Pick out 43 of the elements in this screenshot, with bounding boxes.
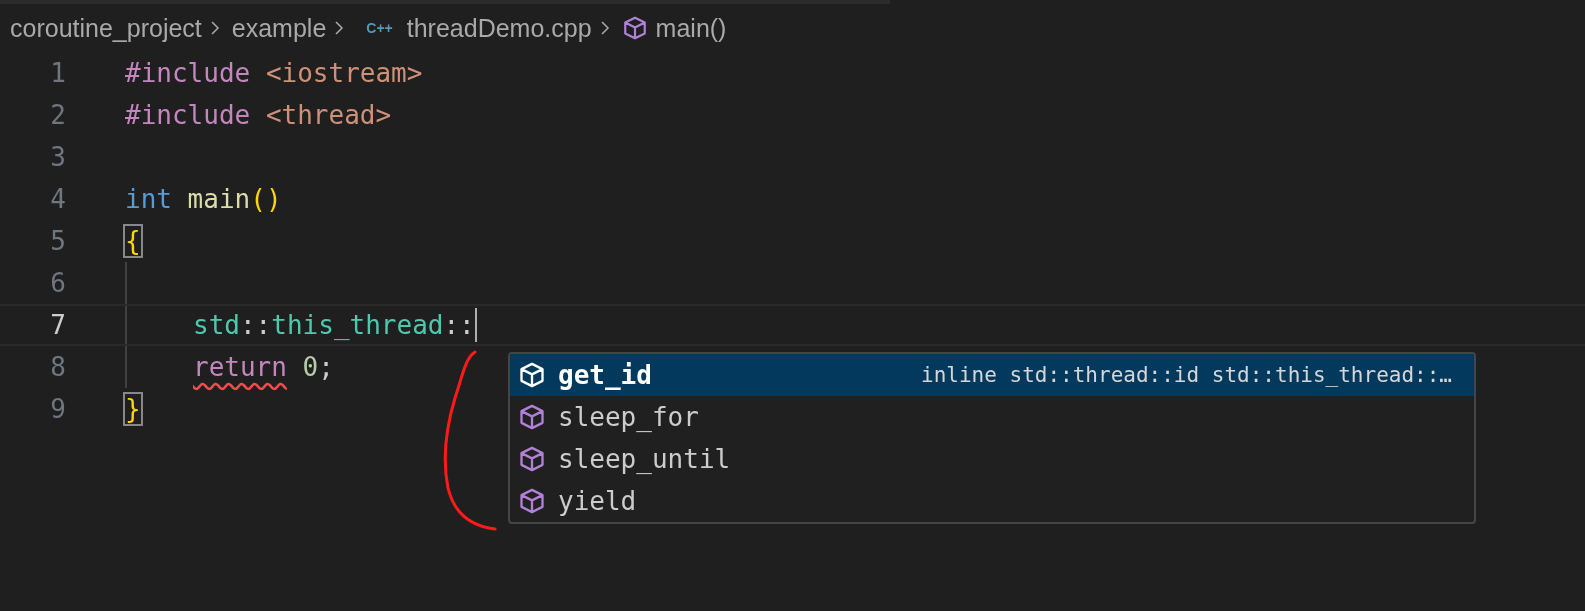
cpp-file-icon: C++ xyxy=(366,20,393,36)
line-number: 9 xyxy=(49,394,66,424)
code-token: #include xyxy=(125,100,251,130)
line-number: 2 xyxy=(49,100,66,130)
breadcrumb-item[interactable]: example xyxy=(231,13,327,43)
line-number: 5 xyxy=(49,226,66,256)
code-token: #include xyxy=(125,58,251,88)
code-token: this_thread xyxy=(271,310,444,340)
code-token: :: xyxy=(443,310,475,340)
code-token: () xyxy=(250,184,282,214)
line-number: 4 xyxy=(49,184,66,214)
line-number: 1 xyxy=(49,58,66,88)
line-number: 3 xyxy=(49,142,66,172)
suggestion-item[interactable]: get_id inline std::thread::id std::this_thread::… xyxy=(510,354,1474,396)
cube-icon xyxy=(518,361,546,389)
line-number: 8 xyxy=(49,352,66,382)
line-number: 7 xyxy=(49,310,66,340)
chevron-icon xyxy=(209,20,220,36)
code-token: return xyxy=(193,352,287,382)
suggestion-item[interactable]: sleep_until xyxy=(510,438,1474,480)
code-token: std xyxy=(193,310,240,340)
code-token: main xyxy=(186,184,251,214)
cube-icon xyxy=(518,445,546,473)
breadcrumb-item[interactable]: threadDemo.cpp xyxy=(406,13,592,43)
code-token: <iostream> xyxy=(264,58,423,88)
line-number: 6 xyxy=(49,268,66,298)
cube-icon xyxy=(518,487,546,515)
cube-icon xyxy=(621,15,648,41)
code-token: { xyxy=(125,226,141,256)
code-token: :: xyxy=(239,310,272,340)
code-token: 0 xyxy=(301,352,319,382)
cube-icon xyxy=(518,403,546,431)
code-token: } xyxy=(125,394,141,424)
breadcrumb-item[interactable]: coroutine_project xyxy=(10,13,202,43)
code-token: ; xyxy=(318,352,334,382)
chevron-icon xyxy=(334,20,345,36)
code-token: <thread> xyxy=(264,100,392,130)
code-token: int xyxy=(125,184,172,214)
text-cursor xyxy=(474,308,477,342)
suggestion-item[interactable]: yield xyxy=(510,480,1474,522)
breadcrumb-item[interactable]: main() xyxy=(655,13,727,43)
chevron-icon xyxy=(599,20,610,36)
suggestion-item[interactable]: sleep_for xyxy=(510,396,1474,438)
